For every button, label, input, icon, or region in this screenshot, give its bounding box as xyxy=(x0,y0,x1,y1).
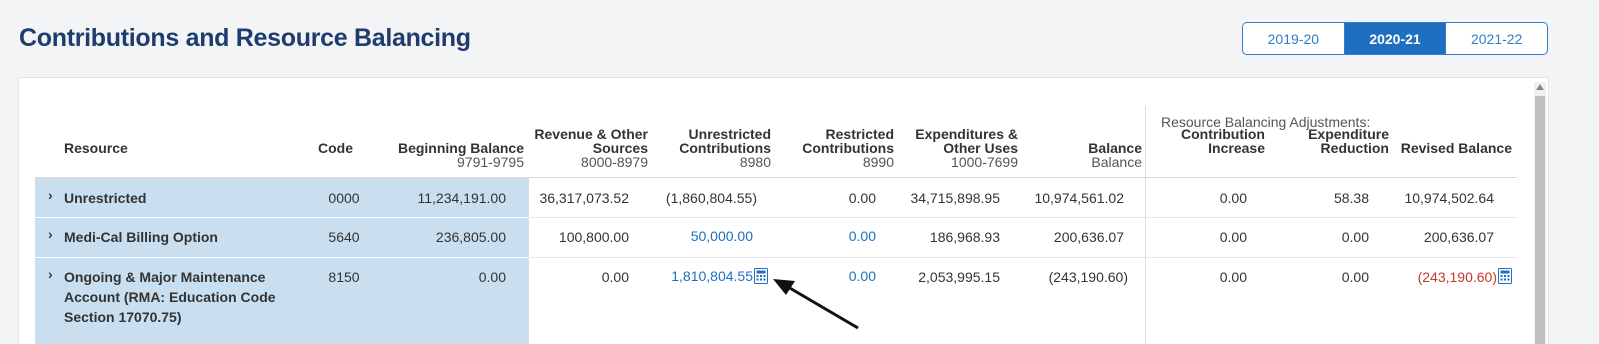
balance-cell: 10,974,561.02 xyxy=(1034,190,1124,206)
vertical-scrollbar[interactable] xyxy=(1534,82,1546,344)
page-title: Contributions and Resource Balancing xyxy=(19,24,471,52)
resource-name[interactable]: Ongoing & Major Maintenance Account (RMA… xyxy=(64,267,276,327)
col-header-restricted-sub: 8990 xyxy=(862,154,894,170)
col-header-revenue-l1: Revenue & Other xyxy=(534,126,648,142)
scroll-up-arrow-icon[interactable] xyxy=(1536,84,1544,90)
contribution-increase-cell: 0.00 xyxy=(1219,269,1247,285)
col-header-contribution-increase: Contribution Increase xyxy=(1159,127,1265,155)
tab-2020-21[interactable]: 2020-21 xyxy=(1344,23,1447,54)
beginning-balance-cell: 0.00 xyxy=(478,269,506,285)
chevron-right-icon[interactable]: › xyxy=(48,266,53,282)
expenditures-cell: 34,715,898.95 xyxy=(910,190,1000,206)
code-cell: 0000 xyxy=(328,190,360,206)
revised-balance-cell: 200,636.07 xyxy=(1423,229,1494,245)
beginning-balance-cell: 11,234,191.00 xyxy=(417,190,507,206)
contribution-increase-cell: 0.00 xyxy=(1219,190,1247,206)
col-header-resource: Resource xyxy=(64,140,128,156)
col-header-expenditures-sub: 1000-7699 xyxy=(951,154,1018,170)
col-header-balance: Balance Balance xyxy=(1059,141,1142,169)
resource-name-line: Section 17070.75) xyxy=(64,309,182,325)
chevron-right-icon[interactable]: › xyxy=(48,226,53,242)
col-header-unrestricted-sub: 8980 xyxy=(739,154,771,170)
balance-cell: 200,636.07 xyxy=(1053,229,1124,245)
col-header-revenue: Revenue & Other Sources 8000-8979 xyxy=(519,127,648,169)
col-header-revenue-l2: Sources xyxy=(592,140,648,156)
revised-balance-cell: (243,190.60) xyxy=(1417,269,1497,285)
resource-row-divider xyxy=(35,217,529,218)
col-header-unrestricted-l1: Unrestricted xyxy=(688,126,771,142)
unrestricted-cell: (1,860,804.55) xyxy=(665,190,757,206)
revenue-cell: 36,317,073.52 xyxy=(539,190,629,206)
resource-name[interactable]: Medi-Cal Billing Option xyxy=(64,227,218,247)
col-header-restricted-l2: Contributions xyxy=(802,140,894,156)
col-header-unrestricted-l2: Contributions xyxy=(679,140,771,156)
beginning-balance-cell: 236,805.00 xyxy=(435,229,506,245)
expenditures-cell: 186,968.93 xyxy=(929,229,1000,245)
row-divider xyxy=(529,217,1517,218)
balance-cell: (243,190.60) xyxy=(1048,269,1128,285)
expenditure-reduction-cell: 0.00 xyxy=(1341,269,1369,285)
col-header-expend-l2: Reduction xyxy=(1320,140,1389,156)
tab-2021-22[interactable]: 2021-22 xyxy=(1446,23,1547,54)
resource-name-line: Ongoing & Major Maintenance xyxy=(64,269,266,285)
col-header-contrib-l1: Contribution xyxy=(1181,126,1265,142)
chevron-right-icon[interactable]: › xyxy=(48,187,53,203)
col-header-expenditure-reduction: Expenditure Reduction xyxy=(1289,127,1389,155)
year-selector: 2019-20 2020-21 2021-22 xyxy=(1242,22,1548,55)
col-header-beginning-sub: 9791-9795 xyxy=(457,154,524,170)
col-header-expenditures-l2: Other Uses xyxy=(943,140,1018,156)
col-header-revised-balance: Revised Balance xyxy=(1400,140,1512,156)
unrestricted-link[interactable]: 50,000.00 xyxy=(649,226,753,246)
arrow-pointer-icon xyxy=(773,279,859,330)
col-header-expend-l1: Expenditure xyxy=(1308,126,1389,142)
revised-balance-cell: 10,974,502.64 xyxy=(1404,190,1494,206)
col-header-expenditures-l1: Expenditures & xyxy=(915,126,1018,142)
calculator-icon[interactable] xyxy=(1498,268,1512,284)
unrestricted-link[interactable]: 1,810,804.55 xyxy=(649,266,753,286)
col-header-balance-sub: Balance xyxy=(1091,154,1142,170)
col-header-restricted-l1: Restricted xyxy=(825,126,894,142)
code-cell: 8150 xyxy=(328,269,360,285)
expenditures-cell: 2,053,995.15 xyxy=(918,269,1000,285)
col-header-code: Code xyxy=(318,140,353,156)
col-header-beginning-balance: Beginning Balance 9791-9795 xyxy=(389,141,524,169)
expenditure-reduction-cell: 0.00 xyxy=(1341,229,1369,245)
revenue-cell: 100,800.00 xyxy=(558,229,629,245)
col-header-expenditures: Expenditures & Other Uses 1000-7699 xyxy=(899,127,1018,169)
restricted-link[interactable]: 0.00 xyxy=(799,226,876,246)
col-header-unrestricted: Unrestricted Contributions 8980 xyxy=(659,127,771,169)
expenditure-reduction-cell: 58.38 xyxy=(1333,190,1369,206)
tab-2019-20[interactable]: 2019-20 xyxy=(1243,23,1345,54)
resource-name[interactable]: Unrestricted xyxy=(64,188,146,208)
code-cell: 5640 xyxy=(328,229,360,245)
resource-row-divider xyxy=(35,257,529,258)
col-header-contrib-l2: Increase xyxy=(1208,140,1265,156)
resource-name-line: Account (RMA: Education Code xyxy=(64,289,276,305)
col-header-revenue-sub: 8000-8979 xyxy=(581,154,648,170)
restricted-cell: 0.00 xyxy=(848,190,876,206)
row-divider xyxy=(529,257,1517,258)
contribution-increase-cell: 0.00 xyxy=(1219,229,1247,245)
revenue-cell: 0.00 xyxy=(601,269,629,285)
column-group-divider xyxy=(1145,106,1146,344)
col-header-restricted: Restricted Contributions 8990 xyxy=(789,127,894,169)
scrollbar-thumb[interactable] xyxy=(1535,96,1545,344)
